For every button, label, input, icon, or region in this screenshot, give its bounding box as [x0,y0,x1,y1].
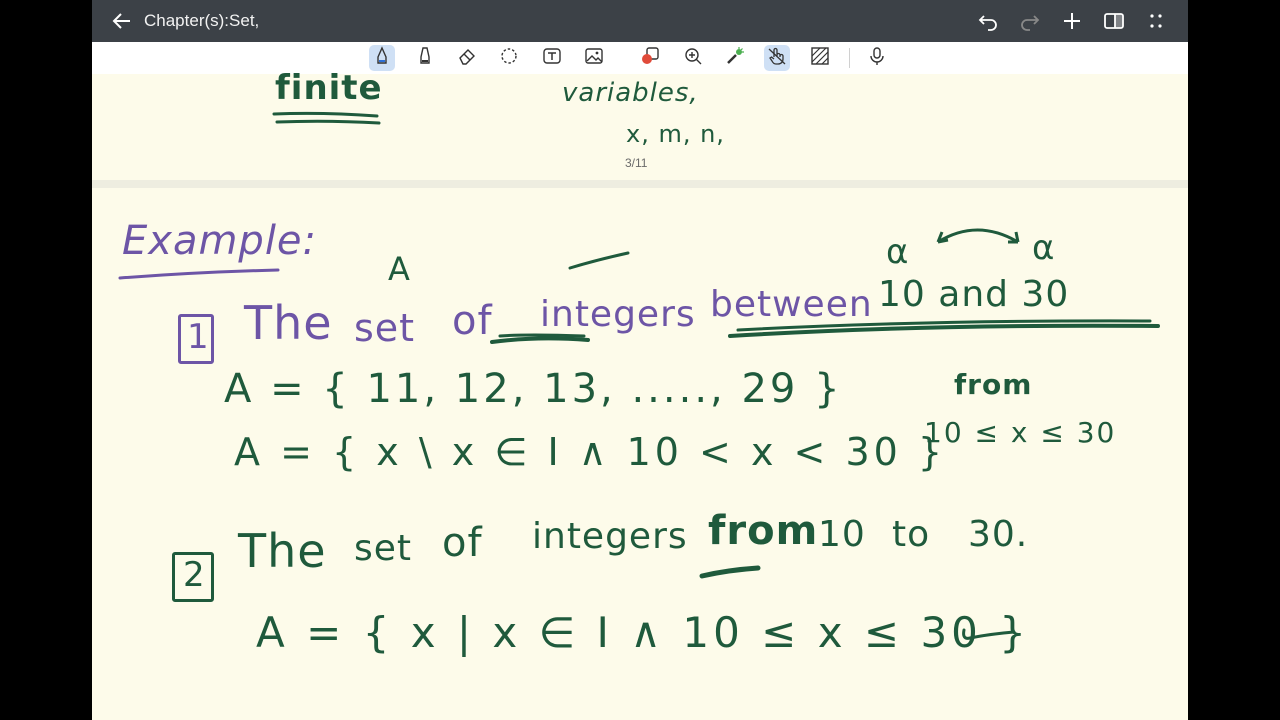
item-1-builder: A = { x \ x ∈ I ∧ 10 < x < 30 } [234,430,947,474]
item-2-word-6: 10 [818,514,866,555]
item-1-word-5: between [710,284,873,325]
item-1-range: 10 and 30 [878,274,1070,315]
back-arrow-icon[interactable] [110,9,134,33]
item-1-underlines [490,319,1160,344]
document-title: Chapter(s):Set, [144,11,260,30]
eraser-icon [457,46,477,71]
image-icon [584,46,604,71]
handwriting-finite: finite [275,68,383,108]
notes-app: Chapter(s):Set, finite variables, x, m, … [92,0,1188,720]
side-note-inequality: 10 ≤ x ≤ 30 [924,416,1117,449]
laser-pointer-tool[interactable] [722,45,748,71]
pattern-icon [810,46,830,71]
item-1-word-3: of [452,298,493,344]
finite-underline [272,111,381,125]
laser-pointer-icon [725,46,745,71]
annotation-alpha-right: α [1032,228,1056,268]
item-2-box: 2 [172,552,214,602]
hand-touch-tool[interactable] [764,45,790,71]
item-2-word-3: of [442,520,483,566]
page-indicator: 3/11 [622,155,651,171]
microphone-icon [867,46,887,71]
heading-example: Example: [122,218,318,264]
page-separator [92,180,1188,188]
item-2-word-1: The [238,524,327,578]
item-1-box: 1 [178,314,214,364]
annotation-alpha-left: α [886,232,910,272]
item-1-roster: A = { 11, 12, 13, ....., 29 } [224,366,843,412]
item-2-builder: A = { x | x ∈ I ∧ 10 ≤ x ≤ 30 } [256,608,1030,657]
item-2-word-8: 30. [968,514,1029,555]
hand-touch-icon [767,46,787,71]
shapes-tool[interactable] [637,45,663,71]
toolbar-divider [849,48,850,68]
checkmark-top [568,251,630,270]
shapes-icon [640,46,660,71]
drawing-toolbar [92,42,1188,74]
checkmark-bottom [962,628,1016,640]
item-2-number: 2 [183,555,206,595]
annotation-A: A [388,250,411,288]
undo-icon[interactable] [976,9,1000,33]
zoom-tool[interactable] [680,45,706,71]
highlighter-tool[interactable] [412,45,438,71]
text-box-icon [542,46,562,71]
item-1-word-1: The [244,296,333,350]
image-tool[interactable] [581,45,607,71]
item-2-word-2: set [354,528,413,569]
double-arrow [936,228,1020,244]
microphone-tool[interactable] [864,45,890,71]
more-options-icon[interactable] [1144,9,1168,33]
eraser-tool[interactable] [454,45,480,71]
current-page: Example: A α α 1 The set of integers bet… [92,188,1188,720]
handwriting-variables: variables, [562,78,699,108]
heading-underline [118,268,280,280]
highlighter-icon [415,46,435,71]
side-note-from: from [954,368,1033,401]
pen-icon [372,45,392,71]
zoom-icon [683,46,703,71]
pattern-tool[interactable] [807,45,833,71]
item-2-from-underline [699,565,761,579]
redo-icon[interactable] [1018,9,1042,33]
add-icon[interactable] [1060,9,1084,33]
text-tool[interactable] [539,45,565,71]
lasso-icon [499,46,519,71]
item-1-number: 1 [187,317,210,357]
item-2-word-5: from [708,508,819,554]
item-2-word-4: integers [532,516,688,557]
title-bar: Chapter(s):Set, [92,0,1188,42]
split-view-icon[interactable] [1102,9,1126,33]
item-2-word-7: to [892,514,931,555]
lasso-tool[interactable] [496,45,522,71]
item-1-word-2: set [354,306,416,350]
handwriting-xmn: x, m, n, [626,120,725,148]
